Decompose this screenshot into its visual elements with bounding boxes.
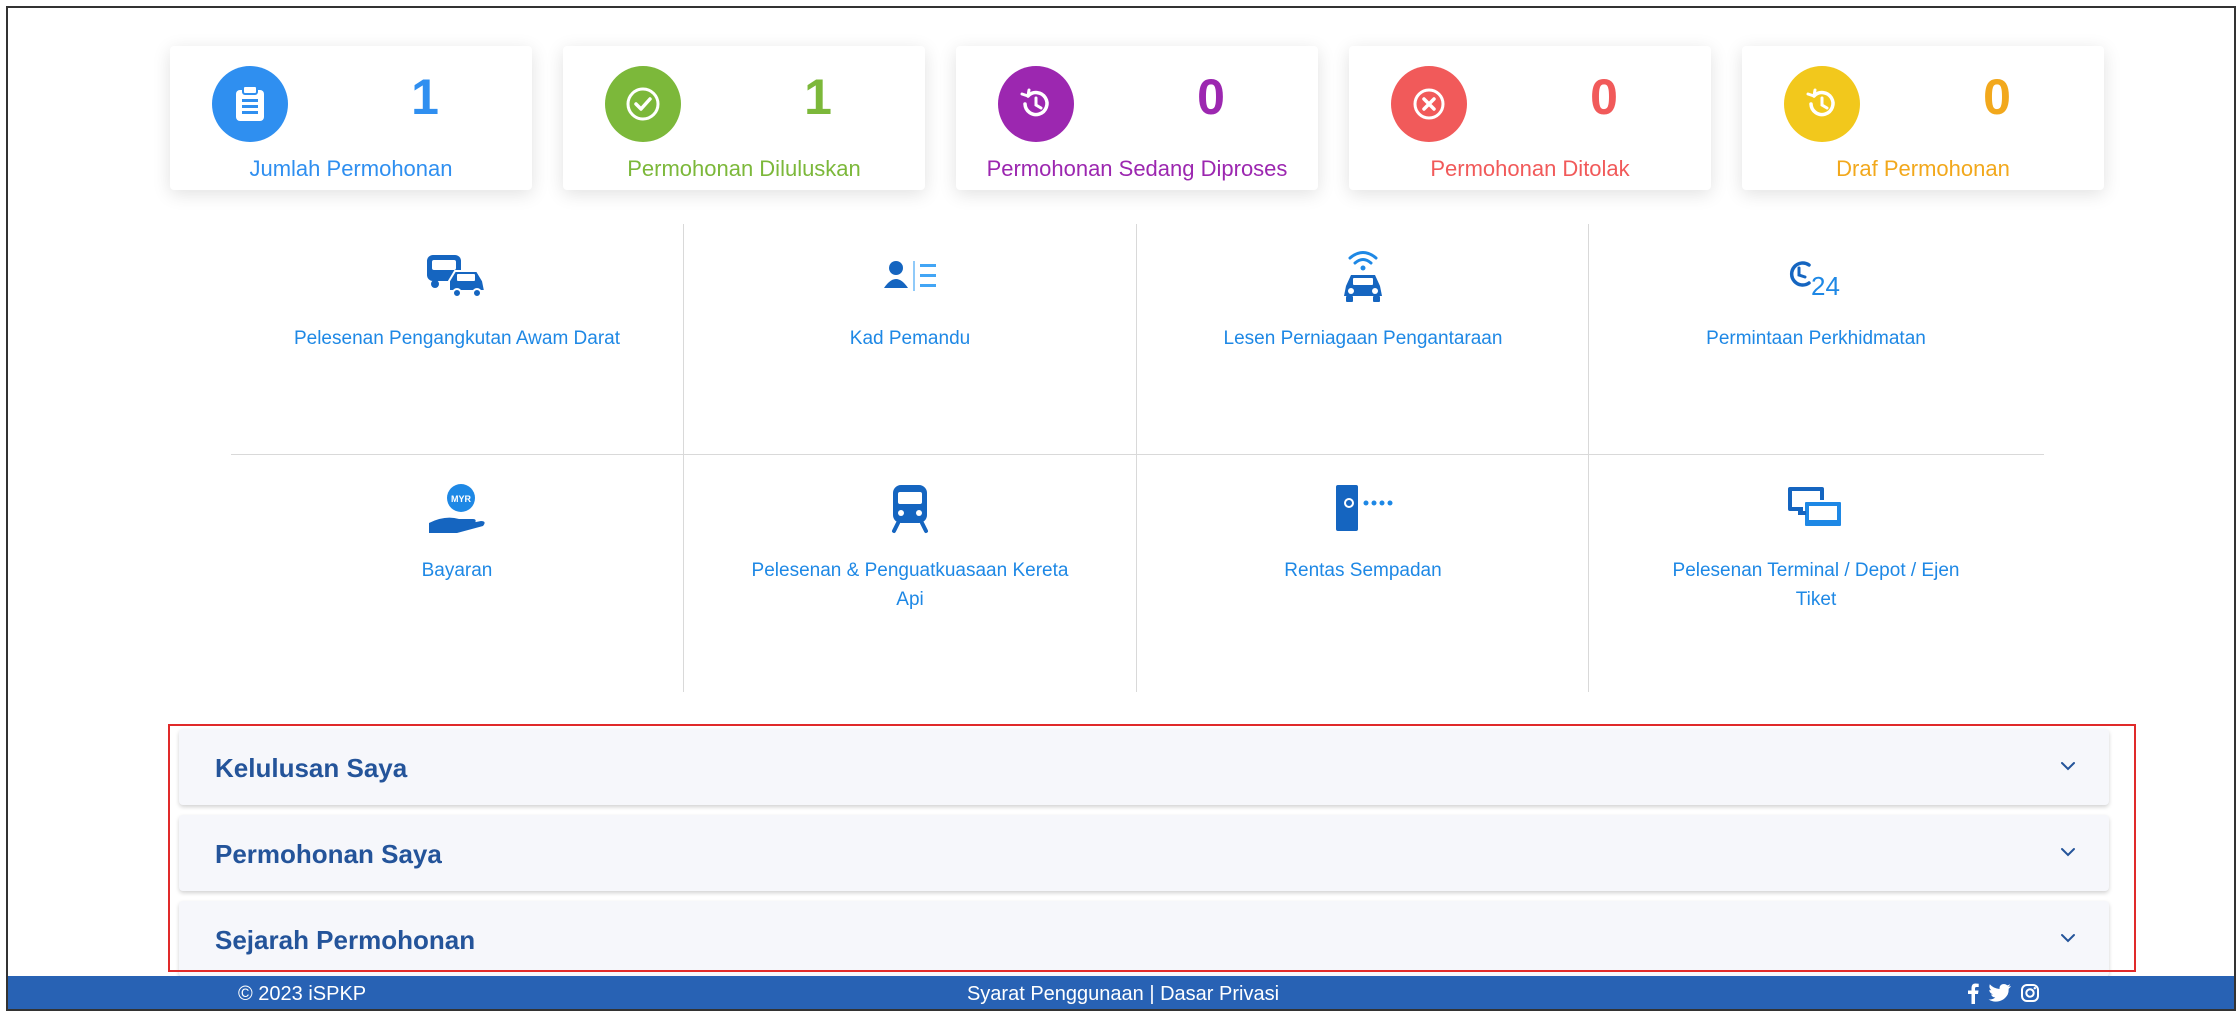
chevron-down-icon[interactable] xyxy=(2059,845,2077,863)
history-icon xyxy=(998,66,1074,142)
service-kad-pemandu[interactable]: Kad Pemandu xyxy=(684,246,1136,353)
service-label: Pelesenan Pengangkutan Awam Darat xyxy=(293,328,621,349)
footer-separator: | xyxy=(1149,983,1155,1005)
myr-text: MYR xyxy=(451,494,472,504)
terminal-icon xyxy=(1590,478,2042,538)
close-circle-icon xyxy=(1391,66,1467,142)
page-frame: 1 Jumlah Permohonan 1 Permohonan Dilulus… xyxy=(6,6,2236,1011)
twitter-icon[interactable] xyxy=(1988,983,2012,1009)
terms-link[interactable]: Syarat Penggunaan xyxy=(967,983,1144,1005)
stat-label: Permohonan Diluluskan xyxy=(627,156,861,181)
service-pengangkutan-awam-darat[interactable]: Pelesenan Pengangkutan Awam Darat xyxy=(231,246,683,353)
service-bayaran[interactable]: MYR Bayaran xyxy=(231,478,683,585)
service-permintaan-perkhidmatan[interactable]: 24 Permintaan Perkhidmatan xyxy=(1590,246,2042,353)
accordion-permohonan-saya[interactable]: Permohonan Saya xyxy=(179,815,2109,891)
stat-card-draf[interactable]: 0 Draf Permohonan xyxy=(1742,46,2104,190)
service-label: Permintaan Perkhidmatan xyxy=(1706,328,1926,349)
service-kereta-api[interactable]: Pelesenan & Penguatkuasaan Kereta Api xyxy=(684,478,1136,614)
facebook-icon[interactable] xyxy=(1966,982,1980,1009)
stat-value: 1 xyxy=(804,69,832,125)
chevron-down-icon[interactable] xyxy=(2059,931,2077,949)
instagram-icon[interactable] xyxy=(2020,983,2040,1009)
stat-card-sedang-diproses[interactable]: 0 Permohonan Sedang Diproses xyxy=(956,46,1318,190)
service-label: Kad Pemandu xyxy=(849,328,971,349)
history-icon xyxy=(1784,66,1860,142)
driver-card-icon xyxy=(684,246,1136,306)
bus-car-icon xyxy=(231,246,683,306)
stat-value: 0 xyxy=(1197,69,1225,125)
service-label: Bayaran xyxy=(421,560,493,581)
stat-value: 0 xyxy=(1983,69,2011,125)
service-label: Pelesenan Terminal / Depot / Ejen Tiket xyxy=(1672,560,1960,610)
train-icon xyxy=(684,478,1136,538)
check-circle-icon xyxy=(605,66,681,142)
service-label: Pelesenan & Penguatkuasaan Kereta Api xyxy=(751,560,1069,610)
service-24-icon: 24 xyxy=(1590,246,2042,306)
clipboard-icon xyxy=(212,66,288,142)
service-terminal-depot[interactable]: Pelesenan Terminal / Depot / Ejen Tiket xyxy=(1590,478,2042,614)
privacy-link[interactable]: Dasar Privasi xyxy=(1160,983,1279,1005)
payment-hand-icon: MYR xyxy=(231,478,683,538)
stat-card-jumlah[interactable]: 1 Jumlah Permohonan xyxy=(170,46,532,190)
accordion-title: Permohonan Saya xyxy=(215,839,442,869)
stat-label: Draf Permohonan xyxy=(1836,156,2010,181)
stat-label: Jumlah Permohonan xyxy=(249,156,453,181)
stat-label: Permohonan Sedang Diproses xyxy=(986,156,1288,181)
accordion-sejarah-permohonan[interactable]: Sejarah Permohonan xyxy=(179,901,2109,977)
accordion-title: Sejarah Permohonan xyxy=(215,925,476,955)
service-label: Lesen Perniagaan Pengantaraan xyxy=(1223,328,1503,349)
service-label: Rentas Sempadan xyxy=(1284,560,1442,581)
grid-divider xyxy=(231,454,2044,455)
accordion-title: Kelulusan Saya xyxy=(215,753,408,783)
accordion-kelulusan-saya[interactable]: Kelulusan Saya xyxy=(179,729,2109,805)
service-rentas-sempadan[interactable]: Rentas Sempadan xyxy=(1137,478,1589,585)
stat-value: 0 xyxy=(1590,69,1618,125)
service-perniagaan-pengantaraan[interactable]: Lesen Perniagaan Pengantaraan xyxy=(1137,246,1589,353)
social-links xyxy=(1966,982,2040,1009)
border-gate-icon xyxy=(1137,478,1589,538)
chevron-down-icon[interactable] xyxy=(2059,759,2077,777)
stat-card-diluluskan[interactable]: 1 Permohonan Diluluskan xyxy=(563,46,925,190)
service-24-text: 24 xyxy=(1811,271,1840,301)
footer-links: Syarat Penggunaan | Dasar Privasi xyxy=(8,983,2234,1006)
connected-car-icon xyxy=(1137,246,1589,306)
stat-card-ditolak[interactable]: 0 Permohonan Ditolak xyxy=(1349,46,1711,190)
footer: © 2023 iSPKP Syarat Penggunaan | Dasar P… xyxy=(8,976,2234,1009)
stat-value: 1 xyxy=(411,69,439,125)
stat-label: Permohonan Ditolak xyxy=(1430,156,1630,181)
